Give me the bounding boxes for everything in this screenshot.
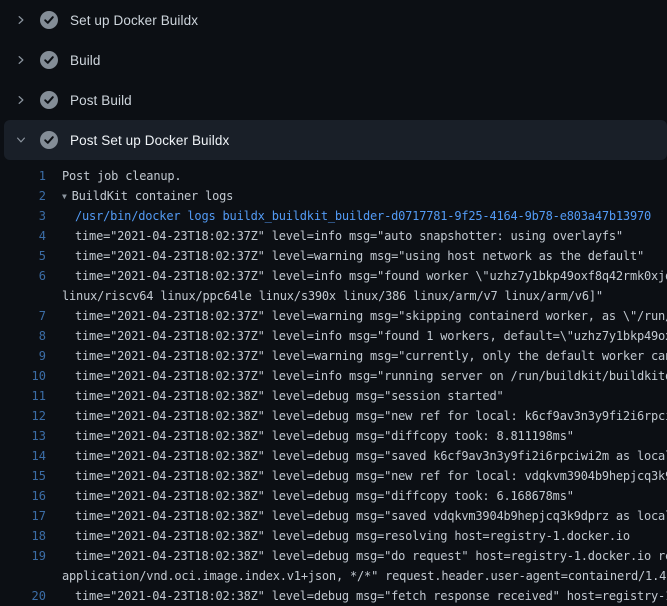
log-text: Post job cleanup.: [62, 166, 181, 186]
log-line-number[interactable]: 11: [0, 386, 46, 406]
log-line-number[interactable]: 7: [0, 306, 46, 326]
log-row: 14 time="2021-04-23T18:02:38Z" level=debu…: [0, 446, 667, 466]
check-circle-icon: [40, 11, 58, 29]
log-row: 3/usr/bin/docker logs buildx_buildkit_bu…: [0, 206, 667, 226]
log-line-number[interactable]: 2: [0, 186, 46, 206]
log-line-number[interactable]: 17: [0, 506, 46, 526]
log-row: 8 time="2021-04-23T18:02:37Z" level=info …: [0, 326, 667, 346]
log-text: time="2021-04-23T18:02:38Z" level=debug …: [62, 466, 667, 486]
step-label: Post Set up Docker Buildx: [70, 133, 229, 148]
log-row: 11 time="2021-04-23T18:02:38Z" level=debu…: [0, 386, 667, 406]
step-row-post-set-up-docker-buildx[interactable]: Post Set up Docker Buildx: [4, 120, 667, 160]
log-text: time="2021-04-23T18:02:38Z" level=debug …: [62, 506, 667, 526]
step-row-set-up-docker-buildx[interactable]: Set up Docker Buildx: [4, 0, 667, 40]
step-label: Build: [70, 53, 101, 68]
log-text: time="2021-04-23T18:02:37Z" level=info m…: [62, 366, 667, 386]
log-line-number[interactable]: 3: [0, 206, 46, 226]
chevron-right-icon: [12, 12, 30, 28]
step-label: Set up Docker Buildx: [70, 13, 198, 28]
log-line-number[interactable]: 15: [0, 466, 46, 486]
log-lines: 1 Post job cleanup. 2 ▼BuildKit container l…: [0, 160, 667, 606]
step-list: Set up Docker Buildx Build Post Build Po…: [0, 0, 667, 160]
log-line-number[interactable]: 13: [0, 426, 46, 446]
step-row-post-build[interactable]: Post Build: [4, 80, 667, 120]
step-row-build[interactable]: Build: [4, 40, 667, 80]
log-text: time="2021-04-23T18:02:38Z" level=debug …: [62, 446, 667, 466]
log-line-number[interactable]: 8: [0, 326, 46, 346]
log-line-number: [0, 566, 46, 586]
log-text: application/vnd.oci.image.index.v1+json,…: [62, 566, 667, 586]
log-text: time="2021-04-23T18:02:38Z" level=debug …: [62, 426, 574, 446]
log-text: time="2021-04-23T18:02:37Z" level=info m…: [62, 226, 623, 246]
log-line-number[interactable]: 14: [0, 446, 46, 466]
group-expanded-caret-icon[interactable]: ▼: [62, 187, 67, 206]
log-group-toggle[interactable]: ▼BuildKit container logs: [62, 186, 233, 206]
log-text: time="2021-04-23T18:02:37Z" level=info m…: [62, 266, 667, 286]
log-row: 6 time="2021-04-23T18:02:37Z" level=info …: [0, 266, 667, 286]
log-line-number[interactable]: 6: [0, 266, 46, 286]
log-line-number[interactable]: 16: [0, 486, 46, 506]
log-row: 1 Post job cleanup.: [0, 166, 667, 186]
log-text: time="2021-04-23T18:02:37Z" level=warnin…: [62, 246, 644, 266]
log-row: 16 time="2021-04-23T18:02:38Z" level=debu…: [0, 486, 667, 506]
log-line-number[interactable]: 5: [0, 246, 46, 266]
check-circle-icon: [40, 51, 58, 69]
check-circle-icon: [40, 91, 58, 109]
log-row: 18 time="2021-04-23T18:02:38Z" level=debu…: [0, 526, 667, 546]
log-row: linux/riscv64 linux/ppc64le linux/s390x …: [0, 286, 667, 306]
log-row: 10 time="2021-04-23T18:02:37Z" level=info…: [0, 366, 667, 386]
step-label: Post Build: [70, 93, 132, 108]
log-text: time="2021-04-23T18:02:37Z" level=warnin…: [62, 306, 667, 326]
log-row: 17 time="2021-04-23T18:02:38Z" level=debu…: [0, 506, 667, 526]
chevron-right-icon: [12, 52, 30, 68]
log-row: 5 time="2021-04-23T18:02:37Z" level=warni…: [0, 246, 667, 266]
log-command-text: /usr/bin/docker logs buildx_buildkit_bui…: [62, 206, 651, 226]
log-text: linux/riscv64 linux/ppc64le linux/s390x …: [62, 286, 603, 306]
log-text: time="2021-04-23T18:02:38Z" level=debug …: [62, 486, 574, 506]
log-line-number[interactable]: 18: [0, 526, 46, 546]
chevron-right-icon: [12, 92, 30, 108]
log-text: time="2021-04-23T18:02:37Z" level=warnin…: [62, 346, 667, 366]
chevron-down-icon: [12, 132, 30, 148]
log-row: 13 time="2021-04-23T18:02:38Z" level=debu…: [0, 426, 667, 446]
log-row: 12 time="2021-04-23T18:02:38Z" level=debu…: [0, 406, 667, 426]
log-text: time="2021-04-23T18:02:38Z" level=debug …: [62, 546, 667, 566]
log-line-number[interactable]: 4: [0, 226, 46, 246]
log-row: 7 time="2021-04-23T18:02:37Z" level=warni…: [0, 306, 667, 326]
check-circle-icon: [40, 131, 58, 149]
log-text: time="2021-04-23T18:02:38Z" level=debug …: [62, 406, 667, 426]
log-row: 15 time="2021-04-23T18:02:38Z" level=debu…: [0, 466, 667, 486]
log-row: application/vnd.oci.image.index.v1+json,…: [0, 566, 667, 586]
log-row: 9 time="2021-04-23T18:02:37Z" level=warni…: [0, 346, 667, 366]
log-row: 20 time="2021-04-23T18:02:38Z" level=debu…: [0, 586, 667, 606]
log-text: time="2021-04-23T18:02:38Z" level=debug …: [62, 586, 667, 606]
log-row: 4 time="2021-04-23T18:02:37Z" level=info …: [0, 226, 667, 246]
log-line-number[interactable]: 20: [0, 586, 46, 606]
log-line-number[interactable]: 10: [0, 366, 46, 386]
log-line-number: [0, 286, 46, 306]
log-row: 2 ▼BuildKit container logs: [0, 186, 667, 206]
log-text: time="2021-04-23T18:02:37Z" level=info m…: [62, 326, 667, 346]
log-line-number[interactable]: 19: [0, 546, 46, 566]
log-text: time="2021-04-23T18:02:38Z" level=debug …: [62, 526, 630, 546]
log-line-number[interactable]: 1: [0, 166, 46, 186]
log-text: time="2021-04-23T18:02:38Z" level=debug …: [62, 386, 504, 406]
log-row: 19 time="2021-04-23T18:02:38Z" level=debu…: [0, 546, 667, 566]
log-line-number[interactable]: 12: [0, 406, 46, 426]
log-line-number[interactable]: 9: [0, 346, 46, 366]
